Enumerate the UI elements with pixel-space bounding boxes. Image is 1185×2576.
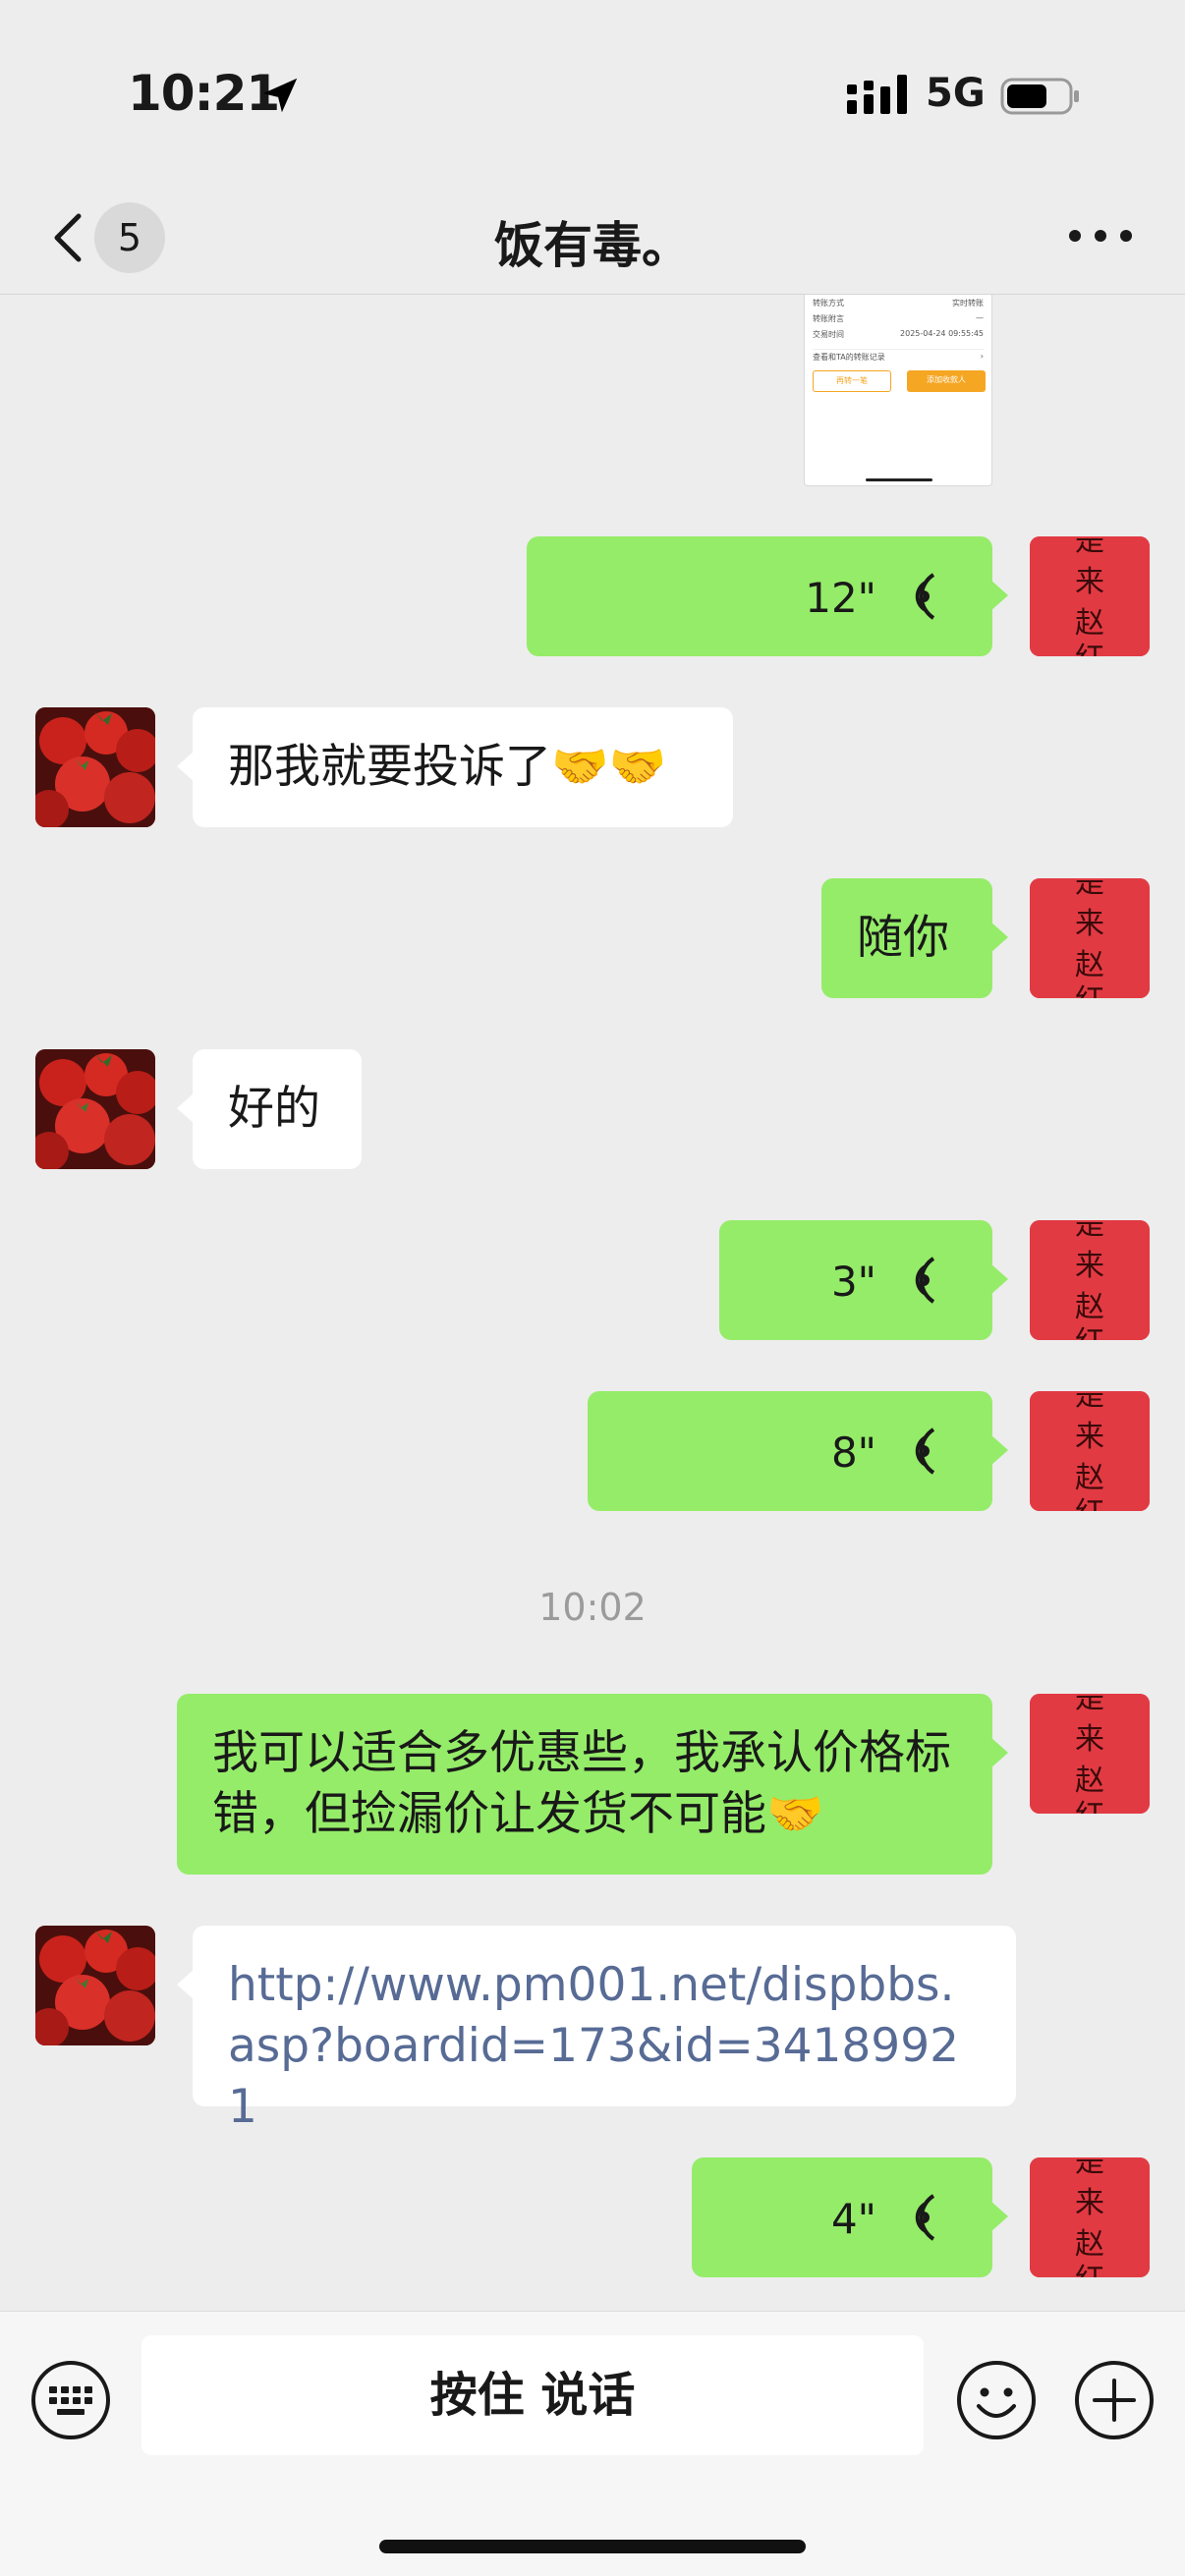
chat-title: 饭有毒。 [494,217,691,274]
message-text: 随你 [857,911,949,965]
text-message-bubble[interactable]: 随你 [821,878,1008,998]
message-text: 我可以适合多优惠些，我承认价格标错，但捡漏价让发货不可能🤝 [212,1726,951,1841]
svg-text:红: 红 [1075,1799,1104,1814]
voice-duration: 4" [830,2195,876,2243]
text-message-bubble[interactable]: 那我就要投诉了🤝🤝 [177,707,733,827]
voice-wave-icon [915,1428,935,1475]
svg-text:红: 红 [1075,2263,1104,2277]
thumb-row-value: 2025-04-24 09:55:45 [900,329,984,338]
svg-text:红: 红 [1075,983,1104,998]
thumb-row: 交易时间 2025-04-24 09:55:45 [813,329,984,341]
more-options-icon[interactable] [1061,214,1140,257]
voice-wave-icon [915,2194,935,2241]
voice-duration: 3" [830,1258,876,1306]
svg-text:赵: 赵 [1075,1461,1104,1495]
peer-avatar[interactable] [35,1049,155,1169]
calligraphy-avatar-image: 是 来 赵 红 [1030,536,1150,656]
svg-text:是: 是 [1075,536,1104,558]
voice-message-bubble[interactable]: 12" [527,536,1008,656]
voice-duration: 8" [830,1428,876,1477]
calligraphy-avatar-image: 是 来 赵 红 [1030,1391,1150,1511]
svg-text:红: 红 [1075,1496,1104,1511]
network-type-label: 5G [926,71,986,116]
thumb-row-label: 转账附言 [813,314,844,323]
keyboard-icon[interactable] [29,2359,112,2441]
svg-text:来: 来 [1075,907,1104,941]
svg-text:是: 是 [1075,1220,1104,1242]
emoji-icon[interactable] [955,2359,1038,2441]
time-separator: 10:02 [538,1586,647,1629]
svg-text:来: 来 [1075,565,1104,599]
svg-text:赵: 赵 [1075,1764,1104,1798]
svg-text:是: 是 [1075,2157,1104,2179]
svg-text:红: 红 [1075,642,1104,656]
back-button[interactable]: 5 [39,198,167,273]
self-avatar[interactable]: 是 来 赵 红 [1030,878,1150,998]
plus-icon[interactable] [1073,2359,1156,2441]
thumb-row: 转账附言 — [813,313,984,325]
home-indicator [379,2540,806,2553]
peer-avatar[interactable] [35,1926,155,2045]
svg-text:赵: 赵 [1075,606,1104,641]
svg-text:是: 是 [1075,878,1104,900]
svg-text:来: 来 [1075,1249,1104,1283]
chat-nav-bar: 5 饭有毒。 [0,177,1185,295]
message-text: 那我就要投诉了🤝🤝 [228,740,667,794]
thumb-home-indicator [866,478,932,481]
thumb-transfer-again-button: 再转一笔 [813,370,891,392]
transfer-screenshot-image[interactable]: 转账方式 实时转账 转账附言 — 交易时间 2025-04-24 09:55:4… [804,295,992,486]
voice-message-bubble[interactable]: 8" [588,1391,1008,1511]
svg-text:来: 来 [1075,1722,1104,1757]
thumb-chevron-icon: › [980,352,984,361]
voice-message-bubble[interactable]: 3" [719,1220,1008,1340]
location-arrow-icon [262,78,298,113]
status-bar: 10:21 5G [0,0,1185,177]
text-message-bubble[interactable]: 我可以适合多优惠些，我承认价格标错，但捡漏价让发货不可能🤝 [177,1694,1008,1875]
calligraphy-avatar-image: 是 来 赵 红 [1030,2157,1150,2277]
svg-text:是: 是 [1075,1694,1104,1715]
thumb-records-row: 查看和TA的转账记录 › [813,349,984,362]
self-avatar[interactable]: 是 来 赵 红 [1030,2157,1150,2277]
text-message-bubble[interactable]: 好的 [177,1049,362,1169]
svg-text:赵: 赵 [1075,1290,1104,1324]
voice-message-bubble[interactable]: 4" [692,2157,1008,2277]
strawberry-avatar-image [35,1926,155,2045]
thumb-row-label: 交易时间 [813,330,844,339]
chevron-left-icon [54,213,82,262]
voice-duration: 12" [805,574,876,622]
calligraphy-avatar-image: 是 来 赵 红 [1030,1694,1150,1814]
message-link[interactable]: http://www.pm001.net/dispbbs.asp?boardid… [228,1955,981,2138]
cellular-signal-icon [847,75,907,114]
svg-text:是: 是 [1075,1391,1104,1413]
svg-text:红: 红 [1075,1325,1104,1340]
thumb-row-value: 实时转账 [952,299,984,308]
self-avatar[interactable]: 是 来 赵 红 [1030,1220,1150,1340]
self-avatar[interactable]: 是 来 赵 红 [1030,1694,1150,1814]
calligraphy-avatar-image: 是 来 赵 红 [1030,1220,1150,1340]
chat-input-bar: 按住 说话 [0,2311,1185,2576]
message-text: 好的 [228,1082,320,1136]
calligraphy-avatar-image: 是 来 赵 红 [1030,878,1150,998]
strawberry-avatar-image [35,707,155,827]
strawberry-avatar-image [35,1049,155,1169]
voice-wave-icon [915,573,935,620]
svg-text:来: 来 [1075,1420,1104,1454]
link-message-bubble[interactable]: http://www.pm001.net/dispbbs.asp?boardid… [177,1926,1016,2134]
battery-icon [1000,78,1079,115]
self-avatar[interactable]: 是 来 赵 红 [1030,1391,1150,1511]
peer-avatar[interactable] [35,707,155,827]
thumb-row: 转账方式 实时转账 [813,298,984,309]
svg-text:赵: 赵 [1075,2227,1104,2262]
thumb-add-payee-button: 添加收款人 [907,370,986,392]
self-avatar[interactable]: 是 来 赵 红 [1030,536,1150,656]
thumb-row-label: 转账方式 [813,299,844,308]
unread-count-badge: 5 [94,202,165,273]
thumb-records-link: 查看和TA的转账记录 [813,353,885,362]
chat-message-list[interactable]: 转账方式 实时转账 转账附言 — 交易时间 2025-04-24 09:55:4… [0,295,1185,2311]
svg-text:来: 来 [1075,2186,1104,2220]
hold-to-talk-button[interactable]: 按住 说话 [141,2335,924,2455]
voice-wave-icon [915,1257,935,1304]
svg-text:赵: 赵 [1075,948,1104,982]
thumb-row-value: — [976,313,984,322]
